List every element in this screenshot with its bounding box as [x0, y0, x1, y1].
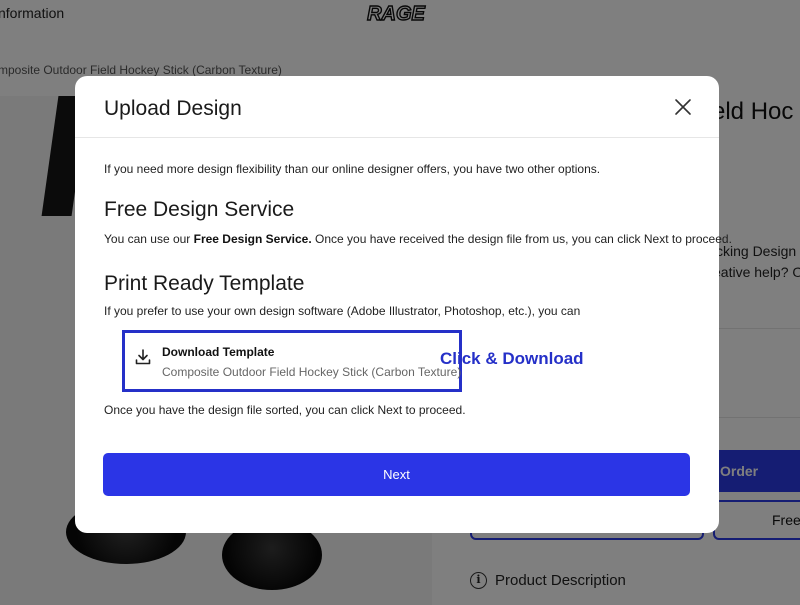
download-icon [135, 349, 151, 365]
free-design-service-link: Free Design Service. [193, 232, 312, 246]
download-template-subtitle: Composite Outdoor Field Hockey Stick (Ca… [162, 365, 462, 379]
modal-header: Upload Design [75, 76, 719, 138]
click-download-annotation: Click & Download [440, 349, 584, 368]
intro-text: If you need more design flexibility than… [104, 162, 601, 176]
download-template-label: Download Template [162, 345, 275, 359]
download-template-button[interactable]: Download Template Composite Outdoor Fiel… [122, 330, 462, 392]
print-ready-text: If you prefer to use your own design sof… [104, 304, 581, 318]
free-design-heading: Free Design Service [104, 198, 295, 221]
close-icon[interactable] [674, 98, 692, 116]
print-ready-heading: Print Ready Template [104, 272, 305, 295]
next-button[interactable]: Next [103, 453, 690, 496]
upload-design-modal: Upload Design If you need more design fl… [75, 76, 732, 533]
modal-title: Upload Design [104, 97, 242, 120]
free-design-text: You can use our Free Design Service. Onc… [104, 232, 732, 246]
closing-text: Once you have the design file sorted, yo… [104, 403, 466, 417]
